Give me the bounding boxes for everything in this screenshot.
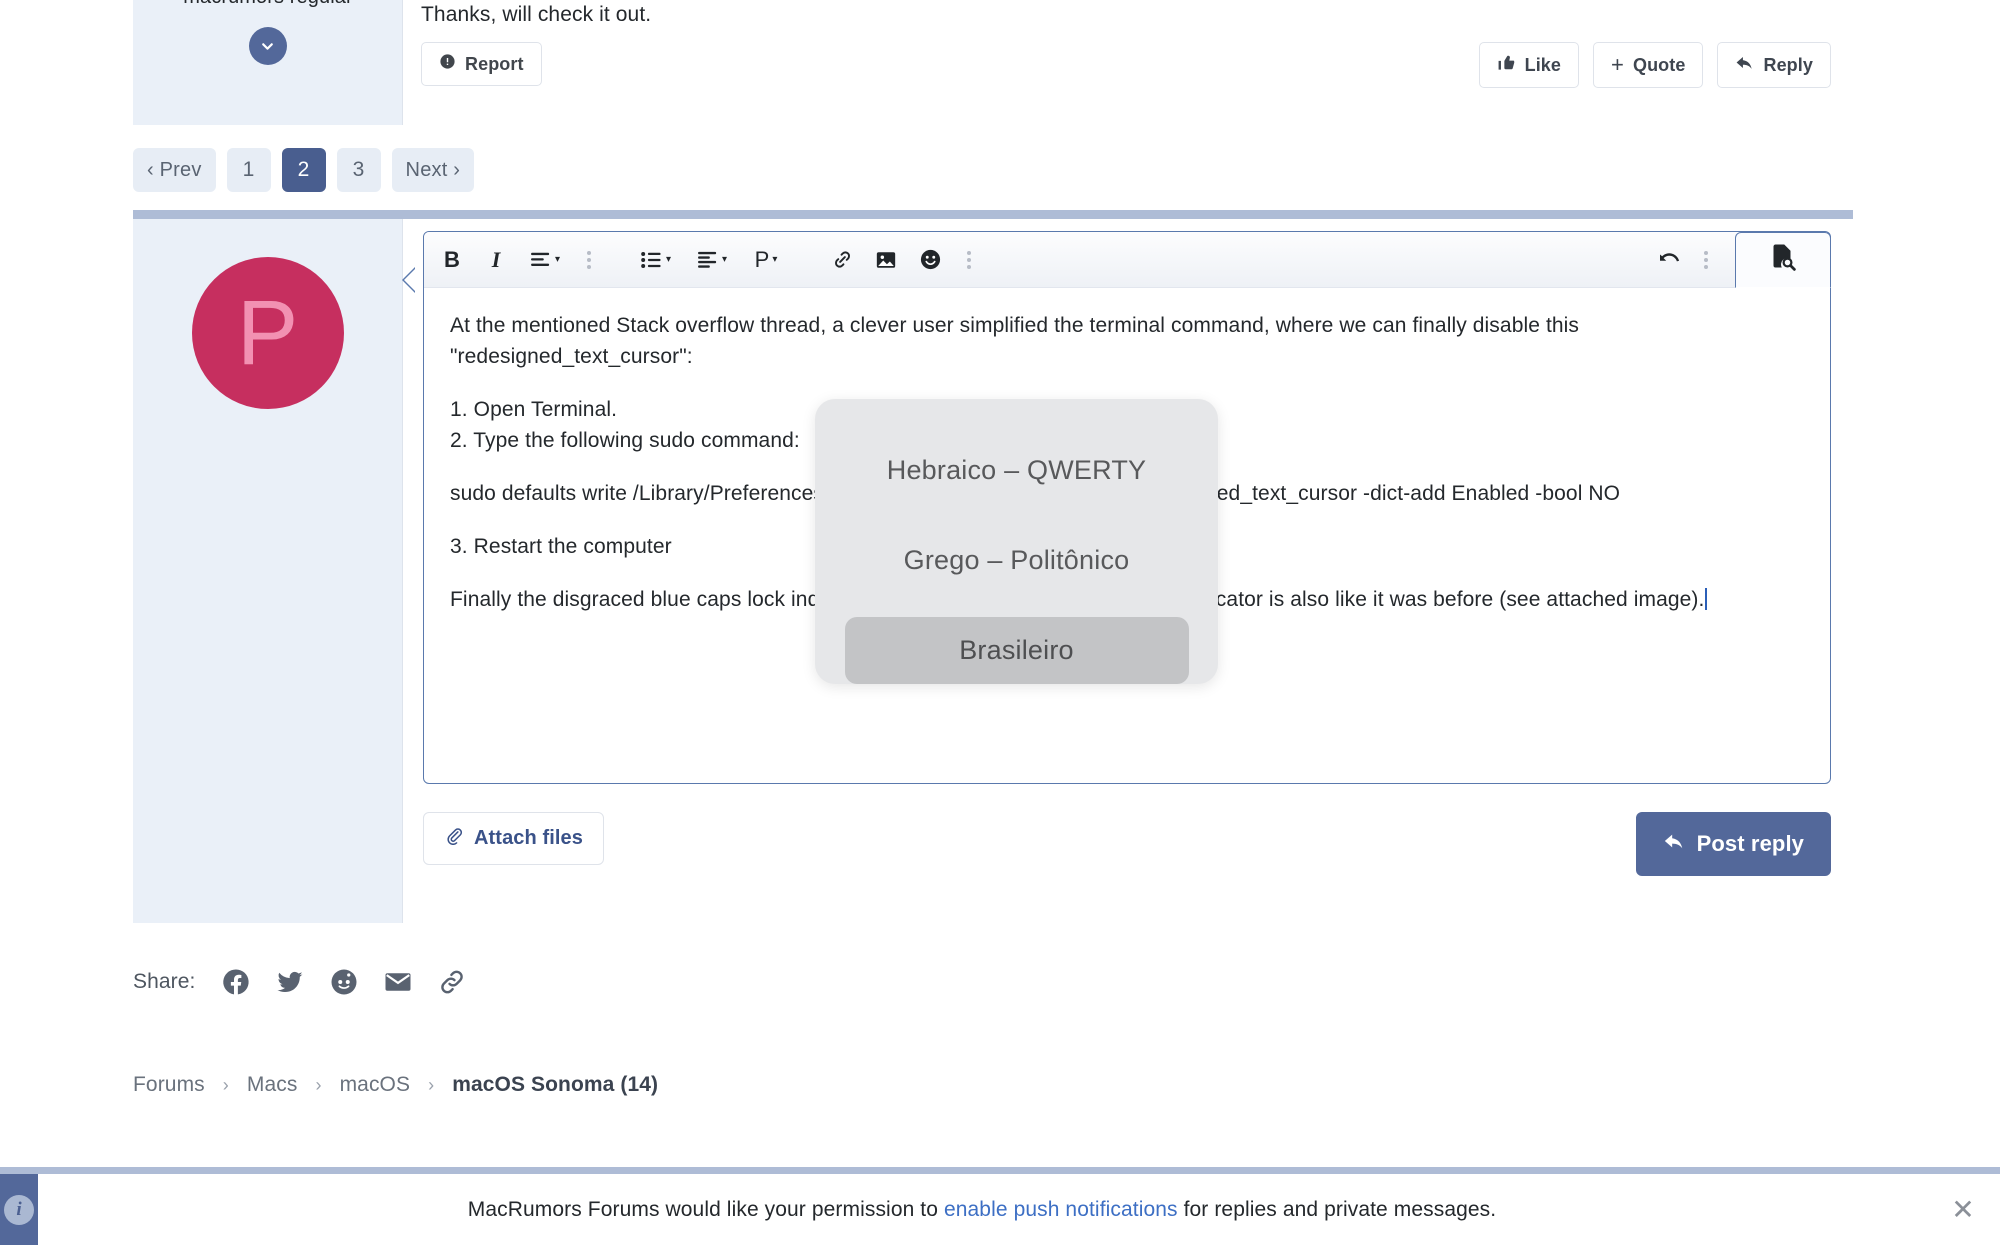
breadcrumb-item-macs[interactable]: Macs <box>247 1073 298 1097</box>
facebook-icon[interactable] <box>219 965 253 999</box>
pagination-next[interactable]: Next › <box>391 148 475 192</box>
previous-post-sidebar: macrumors regular <box>133 0 403 125</box>
reply-label: Reply <box>1763 54 1813 75</box>
document-preview-icon <box>1768 242 1798 277</box>
more-options-icon[interactable] <box>952 238 986 282</box>
quote-label: Quote <box>1632 54 1686 75</box>
undo-arrow-icon[interactable] <box>1645 238 1689 282</box>
more-options-icon[interactable] <box>572 238 606 282</box>
email-icon[interactable] <box>381 965 415 999</box>
share-label: Share: <box>133 970 196 993</box>
page-bottom-divider <box>0 1167 2000 1174</box>
breadcrumb-separator: › <box>428 1074 435 1095</box>
pagination-page-2[interactable]: 2 <box>281 148 326 192</box>
breadcrumb: Forums › Macs › macOS › macOS Sonoma (14… <box>133 1073 658 1097</box>
breadcrumb-item-current[interactable]: macOS Sonoma (14) <box>452 1073 658 1097</box>
preview-tab-button[interactable] <box>1735 231 1831 288</box>
enable-push-notifications-link[interactable]: enable push notifications <box>944 1198 1178 1221</box>
breadcrumb-item-forums[interactable]: Forums <box>133 1073 205 1097</box>
page-root: macrumors regular Thanks, will check it … <box>0 0 2000 1245</box>
link-icon[interactable] <box>435 965 469 999</box>
italic-button[interactable]: I <box>474 238 518 282</box>
editor-toolbar: B I ▾ ▾ ▾ P ▾ <box>424 231 1831 288</box>
reddit-icon[interactable] <box>327 965 361 999</box>
previous-post-text: Thanks, will check it out. <box>421 3 652 26</box>
reply-block-top-divider <box>133 210 1853 219</box>
editor-paragraph-1: At the mentioned Stack overflow thread, … <box>450 314 1580 369</box>
like-label: Like <box>1524 54 1562 75</box>
attach-files-label: Attach files <box>474 827 584 849</box>
avatar[interactable]: P <box>191 257 344 409</box>
reply-sidebar: P <box>133 219 403 923</box>
previous-post-right-actions: Like + Quote Reply <box>1478 42 1831 88</box>
close-icon[interactable]: ✕ <box>1926 1193 2000 1226</box>
bullet-list-dropdown-icon[interactable]: ▾ <box>628 238 684 282</box>
attach-files-button[interactable]: Attach files <box>423 812 605 865</box>
share-row: Share: <box>133 965 469 999</box>
previous-post-left-actions: Report <box>421 42 542 86</box>
keyboard-option-grego[interactable]: Grego – Politônico <box>845 527 1189 594</box>
reply-button[interactable]: Reply <box>1717 42 1831 88</box>
link-icon[interactable] <box>820 238 864 282</box>
notification-accent-strip: i <box>0 1174 38 1245</box>
like-button[interactable]: Like <box>1478 42 1580 88</box>
info-icon: i <box>4 1194 34 1225</box>
notification-text-after: for replies and private messages. <box>1177 1197 1497 1221</box>
post-reply-label: Post reply <box>1696 831 1804 856</box>
text-cursor <box>1705 588 1708 611</box>
keyboard-option-hebraico[interactable]: Hebraico – QWERTY <box>845 437 1189 504</box>
more-options-icon[interactable] <box>1689 238 1723 282</box>
previous-post-body: Thanks, will check it out. Report Like +… <box>403 0 1853 125</box>
breadcrumb-separator: › <box>222 1074 229 1095</box>
report-label: Report <box>465 53 524 74</box>
twitter-icon[interactable] <box>273 965 307 999</box>
exclamation-circle-icon <box>439 53 456 75</box>
post-reply-button[interactable]: Post reply <box>1635 812 1831 876</box>
reply-arrow-icon <box>1735 53 1754 77</box>
pagination-page-1[interactable]: 1 <box>226 148 271 192</box>
emoji-smiley-icon[interactable] <box>908 238 952 282</box>
previous-post-username[interactable]: macrumors regular <box>133 0 403 9</box>
align-dropdown-icon[interactable]: ▾ <box>684 238 740 282</box>
report-button[interactable]: Report <box>421 42 542 86</box>
breadcrumb-item-macos[interactable]: macOS <box>340 1073 411 1097</box>
push-notification-bar: i MacRumors Forums would like your permi… <box>0 1174 2000 1245</box>
breadcrumb-separator: › <box>315 1074 322 1095</box>
image-icon[interactable] <box>864 238 908 282</box>
keyboard-option-brasileiro[interactable]: Brasileiro <box>844 617 1189 685</box>
thumbs-up-icon <box>1497 53 1516 77</box>
text-lines-dropdown-icon[interactable]: ▾ <box>518 238 572 282</box>
pagination: ‹ Prev 1 2 3 Next › <box>133 148 475 192</box>
quote-button[interactable]: + Quote <box>1593 42 1704 88</box>
pagination-prev[interactable]: ‹ Prev <box>133 148 216 192</box>
paragraph-dropdown-icon[interactable]: P ▾ <box>740 238 792 282</box>
bold-button[interactable]: B <box>430 238 474 282</box>
notification-message: MacRumors Forums would like your permiss… <box>38 1198 1926 1222</box>
reply-arrow-icon <box>1663 830 1685 858</box>
plus-icon: + <box>1611 52 1624 77</box>
notification-text-before: MacRumors Forums would like your permiss… <box>467 1197 944 1221</box>
speech-arrow-icon <box>402 267 415 293</box>
previous-post: macrumors regular Thanks, will check it … <box>133 0 1853 125</box>
pagination-page-3[interactable]: 3 <box>336 148 381 192</box>
chevron-down-icon[interactable] <box>248 27 287 65</box>
paperclip-icon <box>444 826 463 851</box>
keyboard-layout-popup: Hebraico – QWERTY Grego – Politônico Bra… <box>815 399 1218 685</box>
editor-footer: Attach files Post reply <box>423 812 1831 876</box>
